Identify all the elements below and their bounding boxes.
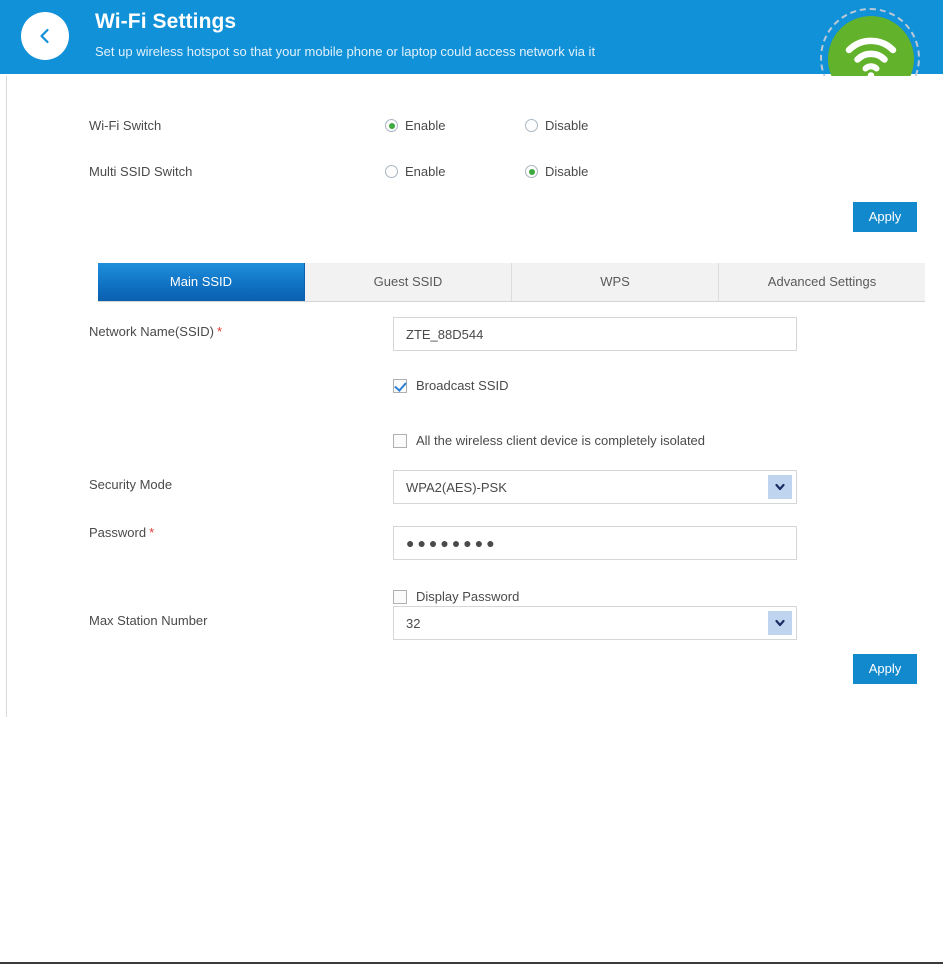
multi-ssid-switch-row: Multi SSID Switch Enable Disable xyxy=(7,164,943,184)
radio-indicator-disable[interactable] xyxy=(525,119,538,132)
page-title: Wi-Fi Settings xyxy=(95,10,237,33)
ssid-label-text: Network Name(SSID) xyxy=(89,324,214,339)
multi-ssid-enable-label: Enable xyxy=(405,164,446,179)
chevron-down-icon[interactable] xyxy=(768,475,792,499)
display-password-checkbox-row[interactable]: Display Password xyxy=(393,589,519,604)
chevron-down-icon[interactable] xyxy=(768,611,792,635)
page-subtitle: Set up wireless hotspot so that your mob… xyxy=(95,44,596,59)
ssid-label: Network Name(SSID) * xyxy=(89,324,222,339)
broadcast-ssid-checkbox-row[interactable]: Broadcast SSID xyxy=(393,378,509,393)
display-password-label: Display Password xyxy=(416,589,520,604)
security-mode-select[interactable]: WPA2(AES)-PSK xyxy=(393,470,797,504)
wifi-switch-row: Wi-Fi Switch Enable Disable xyxy=(7,118,943,138)
multi-ssid-disable-option[interactable]: Disable xyxy=(525,164,588,179)
password-masked-value: ●●●●●●●● xyxy=(406,535,498,551)
multi-ssid-switch-label: Multi SSID Switch xyxy=(89,164,193,179)
password-input[interactable]: ●●●●●●●● xyxy=(393,526,797,560)
tab-guest-ssid[interactable]: Guest SSID xyxy=(305,263,512,301)
client-isolation-label: All the wireless client device is comple… xyxy=(416,433,706,448)
chevron-left-icon xyxy=(35,26,55,46)
password-required-mark: * xyxy=(149,525,155,540)
wifi-switch-enable-option[interactable]: Enable xyxy=(385,118,445,133)
apply-button-bottom[interactable]: Apply xyxy=(853,654,917,684)
max-station-label: Max Station Number xyxy=(89,613,208,628)
page-bottom-rule xyxy=(0,962,943,964)
page-header: Wi-Fi Settings Set up wireless hotspot s… xyxy=(0,0,943,108)
wifi-switch-label: Wi-Fi Switch xyxy=(89,118,162,133)
tab-main-ssid[interactable]: Main SSID xyxy=(98,263,305,301)
tab-wps[interactable]: WPS xyxy=(512,263,719,301)
wifi-switch-disable-label: Disable xyxy=(545,118,589,133)
ssid-input[interactable] xyxy=(393,317,797,351)
wifi-icon xyxy=(844,37,898,82)
radio-indicator-enable[interactable] xyxy=(385,165,398,178)
ssid-tab-bar: Main SSID Guest SSID WPS Advanced Settin… xyxy=(98,263,925,302)
back-button[interactable] xyxy=(21,12,69,60)
client-isolation-checkbox-row[interactable]: All the wireless client device is comple… xyxy=(393,433,705,448)
max-station-select[interactable]: 32 xyxy=(393,606,797,640)
password-label: Password * xyxy=(89,525,154,540)
tab-advanced-settings[interactable]: Advanced Settings xyxy=(719,263,925,301)
apply-button-top[interactable]: Apply xyxy=(853,202,917,232)
wifi-switch-enable-label: Enable xyxy=(405,118,446,133)
settings-content: Wi-Fi Switch Enable Disable Multi SSID S… xyxy=(7,76,943,717)
radio-indicator-disable[interactable] xyxy=(525,165,538,178)
broadcast-ssid-checkbox[interactable] xyxy=(393,378,407,393)
ssid-required-mark: * xyxy=(216,324,223,339)
wifi-settings-page: Wi-Fi Settings Set up wireless hotspot s… xyxy=(0,0,943,971)
multi-ssid-disable-label: Disable xyxy=(545,164,589,179)
radio-indicator-enable[interactable] xyxy=(385,119,398,132)
display-password-checkbox[interactable] xyxy=(393,589,407,604)
security-mode-value: WPA2(AES)-PSK xyxy=(406,479,507,495)
broadcast-ssid-label: Broadcast SSID xyxy=(416,378,509,393)
multi-ssid-enable-option[interactable]: Enable xyxy=(385,164,445,179)
client-isolation-checkbox[interactable] xyxy=(393,433,407,448)
password-label-text: Password xyxy=(89,525,147,540)
security-mode-label: Security Mode xyxy=(89,477,173,492)
wifi-switch-disable-option[interactable]: Disable xyxy=(525,118,588,133)
max-station-value: 32 xyxy=(406,615,421,631)
